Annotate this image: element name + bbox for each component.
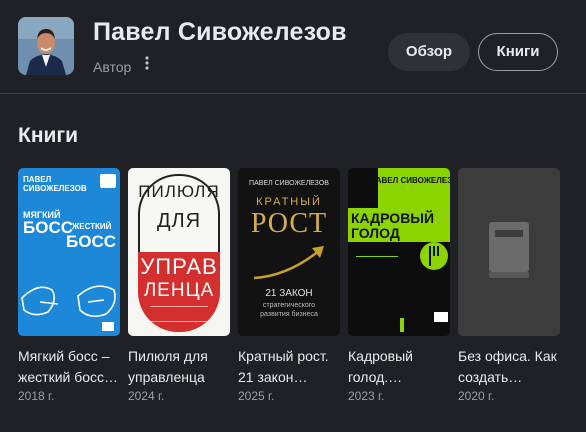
- cover-hands-illustration: [21, 285, 116, 331]
- cover-line1: ПИЛЮЛЯ: [138, 182, 220, 201]
- book-title[interactable]: Мягкий босс – жесткий босс…: [18, 346, 126, 388]
- book-card[interactable]: ПАВЕЛ СИВОЖЕЛЕЗОВ КРАТНЫЙ РОСТ 21 ЗАКОН …: [238, 168, 340, 403]
- book-title-line2: 21 закон…: [238, 369, 308, 385]
- cover-line3: УПРАВ: [140, 254, 218, 279]
- book-card[interactable]: ПИЛЮЛЯ ДЛЯ УПРАВ ЛЕНЦА Пилюля для управл…: [128, 168, 230, 403]
- cover-line2: ДЛЯ: [156, 210, 202, 232]
- more-vert-icon[interactable]: [142, 56, 152, 74]
- cover-line2: ГОЛОД: [351, 225, 400, 241]
- cover-fork-icon: [420, 242, 448, 270]
- cover-line1: КАДРОВЫЙ: [351, 210, 435, 226]
- cover-subtitle-lines: [150, 306, 208, 322]
- book-year: 2023 г.: [348, 389, 385, 403]
- avatar-photo: [18, 17, 74, 75]
- book-card[interactable]: ПАВЕЛ СИВОЖЕЛЕЗОВ КАДРОВЫЙ ГОЛОД Кадровы…: [348, 168, 450, 403]
- book-title-line1: Кратный рост.: [238, 348, 329, 364]
- cover-badge: [100, 174, 116, 188]
- book-title[interactable]: Без офиса. Как создать…: [458, 346, 566, 388]
- cover-line2: РОСТ: [250, 208, 328, 239]
- cover-text-block: [356, 256, 398, 297]
- cover-line4: БОСС: [66, 232, 116, 251]
- author-role: Автор: [93, 59, 132, 75]
- cover-line3: ЖЕСТКИЙ: [72, 222, 112, 231]
- book-cover[interactable]: ПИЛЮЛЯ ДЛЯ УПРАВ ЛЕНЦА: [128, 168, 230, 336]
- book-card[interactable]: Без офиса. Как создать… 2020 г.: [458, 168, 560, 403]
- tab-overview[interactable]: Обзор: [388, 33, 470, 71]
- book-year: 2020 г.: [458, 389, 495, 403]
- book-title-line2: жесткий босс…: [18, 369, 119, 385]
- book-title-line1: Кадровый: [348, 348, 414, 364]
- book-year: 2025 г.: [238, 389, 275, 403]
- book-placeholder-icon: [489, 222, 529, 278]
- cover-line1: КРАТНЫЙ: [256, 196, 322, 208]
- cover-line4: стратегического развития бизнеса: [260, 302, 318, 318]
- book-title[interactable]: Кратный рост. 21 закон…: [238, 346, 346, 388]
- cover-accent-marks: [400, 312, 448, 332]
- book-title-line2: голод.…: [348, 369, 403, 385]
- author-name: Павел Сивожелезов: [93, 18, 347, 46]
- cover-author: ПАВЕЛ СИВОЖЕЛЕЗОВ: [370, 176, 450, 185]
- header-divider: [0, 93, 586, 94]
- section-title-books: Книги: [18, 124, 79, 147]
- author-avatar[interactable]: [18, 17, 74, 75]
- cover-author: ПАВЕЛ СИВОЖЕЛЕЗОВ: [249, 180, 329, 187]
- book-title-line1: Мягкий босс –: [18, 348, 110, 364]
- book-year: 2024 г.: [128, 389, 165, 403]
- cover-line4: ЛЕНЦА: [143, 280, 215, 301]
- book-title[interactable]: Пилюля для управленца: [128, 346, 236, 388]
- book-title-line1: Пилюля для: [128, 348, 208, 364]
- book-title-line2: создать…: [458, 369, 523, 385]
- book-cover[interactable]: [458, 168, 560, 336]
- cover-author: ПАВЕЛ СИВОЖЕЛЕЗОВ: [23, 175, 87, 193]
- cover-line3: 21 ЗАКОН: [265, 288, 313, 299]
- cover-green-block: [378, 168, 450, 208]
- book-cover[interactable]: ПАВЕЛ СИВОЖЕЛЕЗОВ МЯГКИЙ БОСС ЖЕСТКИЙ БО…: [18, 168, 120, 336]
- book-cover[interactable]: ПАВЕЛ СИВОЖЕЛЕЗОВ КАДРОВЫЙ ГОЛОД: [348, 168, 450, 336]
- book-title[interactable]: Кадровый голод.…: [348, 346, 456, 388]
- cover-growth-arrow: [253, 246, 324, 280]
- book-card[interactable]: ПАВЕЛ СИВОЖЕЛЕЗОВ МЯГКИЙ БОСС ЖЕСТКИЙ БО…: [18, 168, 120, 403]
- book-cover[interactable]: ПАВЕЛ СИВОЖЕЛЕЗОВ КРАТНЫЙ РОСТ 21 ЗАКОН …: [238, 168, 340, 336]
- tab-books[interactable]: Книги: [478, 33, 558, 71]
- book-year: 2018 г.: [18, 389, 55, 403]
- author-header: Павел Сивожелезов Автор Обзор Книги: [0, 0, 586, 93]
- book-title-line1: Без офиса. Как: [458, 348, 557, 364]
- book-title-line2: управленца: [128, 369, 205, 385]
